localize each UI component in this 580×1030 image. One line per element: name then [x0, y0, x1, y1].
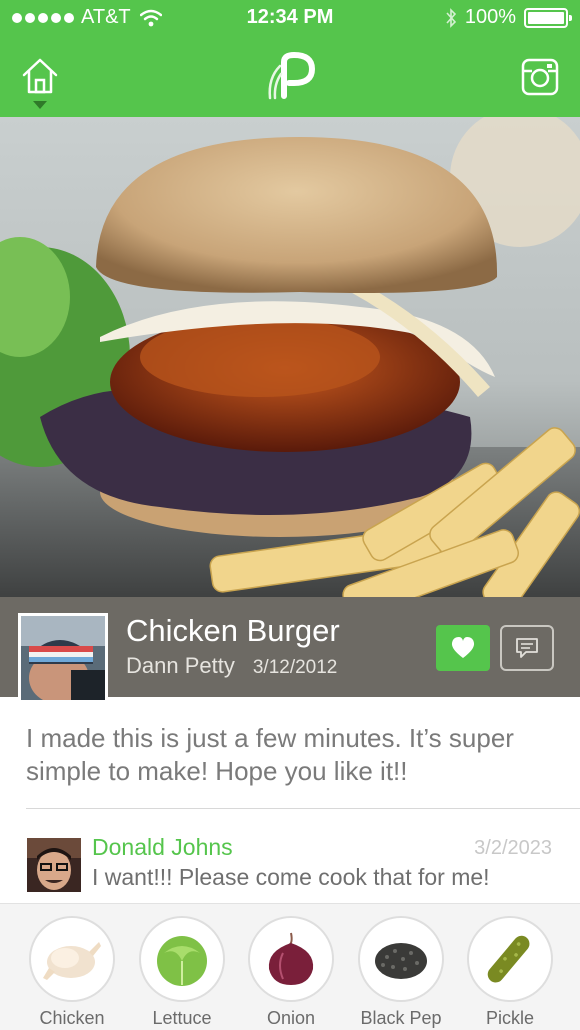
chicken-icon [29, 916, 115, 1002]
author-avatar-illustration [21, 616, 105, 700]
ingredient-lettuce[interactable]: Lettuce [137, 916, 227, 1028]
ingredient-label: Chicken [39, 1008, 105, 1028]
post-header: Chicken Burger Dann Petty 3/12/2012 [0, 597, 580, 703]
burger-photo-illustration [0, 117, 580, 597]
post-photo[interactable] [0, 117, 580, 597]
comment-text: I want!!! Please come cook that for me! [92, 864, 490, 890]
p-leaf-logo[interactable] [262, 52, 316, 102]
ingredient-label: Pickle [485, 1008, 534, 1028]
author-avatar[interactable] [18, 613, 108, 703]
post-title: Chicken Burger [126, 613, 340, 648]
pickle-icon [467, 916, 553, 1002]
instagram-camera-icon[interactable] [521, 58, 559, 96]
black-pepper-icon [358, 916, 444, 1002]
speech-bubble-icon [516, 638, 538, 658]
comment-author[interactable]: Donald Johns [92, 834, 233, 861]
ingredient-label: Onion [266, 1008, 316, 1028]
status-right: 100% [445, 6, 572, 29]
home-icon[interactable] [20, 56, 60, 96]
commenter-avatar-illustration [27, 838, 81, 892]
commenter-avatar[interactable] [27, 838, 81, 892]
lettuce-icon [139, 916, 225, 1002]
heart-icon [451, 637, 475, 658]
ingredient-label: Black Pep [360, 1008, 442, 1028]
ingredient-label: Lettuce [152, 1008, 212, 1028]
app-header: AT&T 12:34 PM 100% [0, 0, 580, 117]
bluetooth-icon [446, 7, 456, 28]
ingredients-bar: Chicken Lettuce Onion Black Pep Pickle [0, 903, 580, 1030]
onion-icon [248, 916, 334, 1002]
comment-button[interactable] [500, 625, 554, 671]
divider [26, 808, 580, 809]
like-button[interactable] [436, 625, 490, 671]
ingredient-chicken[interactable]: Chicken [27, 916, 117, 1028]
post-date: 3/12/2012 [252, 657, 338, 678]
comment-date: 3/2/2023 [474, 837, 552, 859]
status-bar: AT&T 12:34 PM 100% [0, 0, 580, 36]
post-author[interactable]: Dann Petty [126, 653, 235, 679]
ingredient-pickle[interactable]: Pickle [465, 916, 555, 1028]
post-description: I made this is just a few minutes. It’s … [26, 723, 514, 786]
post-meta: Dann Petty 3/12/2012 [126, 653, 337, 679]
home-active-indicator [33, 101, 47, 109]
battery-percent: 100% [464, 6, 516, 28]
ingredient-onion[interactable]: Onion [246, 916, 336, 1028]
battery-icon [524, 7, 572, 28]
ingredient-black-pepper[interactable]: Black Pep [356, 916, 446, 1028]
